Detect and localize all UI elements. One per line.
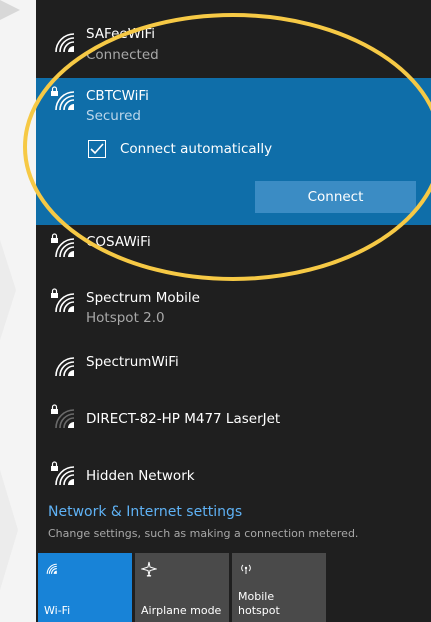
checkmark-icon xyxy=(90,143,104,155)
connect-automatically-checkbox[interactable]: Connect automatically xyxy=(88,138,348,160)
network-status: Secured xyxy=(86,108,141,124)
network-status: Connected xyxy=(86,47,159,63)
mobile-hotspot-icon xyxy=(241,564,251,574)
network-name: CBTCWiFi xyxy=(86,88,149,104)
network-flyout: SAFeeWiFi Connected CBTCWiFi Secured Con… xyxy=(36,0,431,622)
network-name: DIRECT-82-HP M477 LaserJet xyxy=(86,411,281,427)
secured-wifi-icon xyxy=(51,461,75,486)
wifi-signal-icon xyxy=(55,33,75,53)
secured-wifi-icon xyxy=(51,86,75,111)
quick-action-label-line1: Mobile xyxy=(238,590,275,603)
weak-secured-wifi-icon xyxy=(51,404,75,429)
background-shape xyxy=(0,470,18,590)
network-item-direct-hp[interactable]: DIRECT-82-HP M477 LaserJet xyxy=(36,398,431,440)
network-name: Spectrum Mobile xyxy=(86,290,200,306)
network-item-safeewifi[interactable]: SAFeeWiFi Connected xyxy=(36,0,431,78)
quick-action-label: Mobile hotspot xyxy=(238,590,280,618)
checkbox-box[interactable] xyxy=(88,140,106,158)
quick-action-label: Airplane mode xyxy=(141,604,222,617)
network-item-cosawifi[interactable]: COSAWiFi xyxy=(36,225,431,273)
network-settings-link[interactable]: Network & Internet settings xyxy=(48,504,242,520)
network-status: Hotspot 2.0 xyxy=(86,310,165,326)
connect-button[interactable]: Connect xyxy=(255,181,416,213)
network-name: SAFeeWiFi xyxy=(86,26,156,42)
network-item-spectrum-mobile[interactable]: Spectrum Mobile Hotspot 2.0 xyxy=(36,280,431,336)
network-name: SpectrumWiFi xyxy=(86,354,179,370)
background-arrow-shape xyxy=(0,0,20,20)
network-name: Hidden Network xyxy=(86,468,195,484)
checkbox-label: Connect automatically xyxy=(120,141,273,157)
wifi-signal-icon xyxy=(55,357,75,377)
secured-wifi-icon xyxy=(51,288,75,313)
secured-wifi-icon xyxy=(51,233,75,258)
network-settings-description: Change settings, such as making a connec… xyxy=(48,527,359,540)
quick-action-label: Wi-Fi xyxy=(44,604,71,617)
network-item-spectrumwifi[interactable]: SpectrumWiFi xyxy=(36,344,431,386)
network-name: COSAWiFi xyxy=(86,234,151,250)
quick-action-label-line2: hotspot xyxy=(238,604,280,617)
airplane-icon xyxy=(141,561,157,577)
network-item-hidden-network[interactable]: Hidden Network xyxy=(36,455,431,497)
wifi-quick-action-button[interactable]: Wi-Fi xyxy=(38,553,132,622)
background-shape xyxy=(0,240,16,340)
airplane-mode-quick-action-button[interactable]: Airplane mode xyxy=(135,553,229,622)
mobile-hotspot-quick-action-button[interactable]: Mobile hotspot xyxy=(232,553,326,622)
wifi-icon xyxy=(46,563,57,574)
